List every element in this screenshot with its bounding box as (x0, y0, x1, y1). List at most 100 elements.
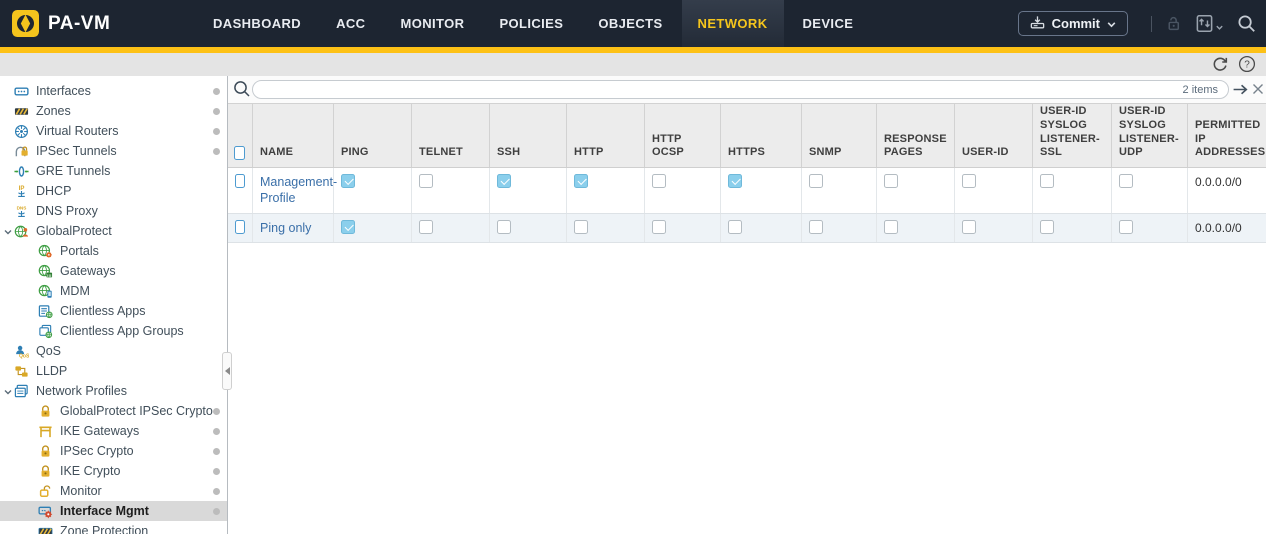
sidebar-tree: InterfacesZonesVirtual RoutersIPSec Tunn… (0, 76, 228, 534)
sidebar-item-dhcp[interactable]: IPDHCP (0, 181, 227, 201)
profile-name-link[interactable]: Management-Profile (260, 174, 337, 207)
chevron-down-icon[interactable] (3, 226, 13, 236)
http-checkbox (574, 220, 588, 234)
sidebar-item-globalprotect-ipsec-crypto[interactable]: GlobalProtect IPSec Crypto (0, 401, 227, 421)
main-nav: DASHBOARD ACC MONITOR POLICIES OBJECTS NETWOR… (213, 0, 853, 47)
status-dot (213, 468, 220, 475)
nav-tab-objects[interactable]: OBJECTS (598, 0, 662, 47)
column-header-name[interactable]: NAME (253, 104, 334, 167)
sidebar-item-label: Monitor (60, 484, 102, 498)
sidebar-item-ike-gateways[interactable]: IKE Gateways (0, 421, 227, 441)
sidebar-item-globalprotect[interactable]: GlobalProtect (0, 221, 227, 241)
lock-icon (38, 464, 53, 479)
http-checkbox (574, 174, 588, 188)
sidebar-item-clientless-app-groups[interactable]: Clientless App Groups (0, 321, 227, 341)
sidebar-item-ike-crypto[interactable]: IKE Crypto (0, 461, 227, 481)
lock-unlocked-icon[interactable] (1165, 15, 1182, 32)
refresh-icon[interactable] (1211, 55, 1229, 73)
sidebar-item-zones[interactable]: Zones (0, 101, 227, 121)
sidebar-item-qos[interactable]: QoSQoS (0, 341, 227, 361)
status-dot (213, 88, 220, 95)
commit-button[interactable]: Commit (1018, 11, 1128, 36)
column-header-telnet[interactable]: TELNET (412, 104, 490, 167)
sidebar-item-label: Network Profiles (36, 384, 127, 398)
nav-tab-monitor[interactable]: MONITOR (400, 0, 464, 47)
nav-tab-dashboard[interactable]: DASHBOARD (213, 0, 301, 47)
table-row-ping-only: Ping only0.0.0.0/0 (228, 214, 1266, 243)
sidebar-item-lldp[interactable]: LLDP (0, 361, 227, 381)
column-header-snmp[interactable]: SNMP (802, 104, 877, 167)
clear-filter-close-icon[interactable] (1251, 82, 1265, 96)
profile-name-link[interactable]: Ping only (260, 220, 311, 236)
column-header-response-pages[interactable]: RESPONSE PAGES (877, 104, 955, 167)
dns-proxy-icon: DNS (14, 204, 29, 219)
sidebar-item-label: DHCP (36, 184, 71, 198)
sidebar-item-monitor[interactable]: Monitor (0, 481, 227, 501)
tasks-icon[interactable] (1195, 14, 1224, 33)
nav-tab-policies[interactable]: POLICIES (499, 0, 563, 47)
sidebar-item-gateways[interactable]: Gateways (0, 261, 227, 281)
nav-tab-network[interactable]: NETWORK (682, 0, 784, 47)
sidebar-item-interfaces[interactable]: Interfaces (0, 81, 227, 101)
column-header-http[interactable]: HTTP (567, 104, 645, 167)
column-header-select[interactable] (228, 104, 253, 167)
sidebar-item-virtual-routers[interactable]: Virtual Routers (0, 121, 227, 141)
sidebar-item-label: Gateways (60, 264, 116, 278)
zone-protection-icon (38, 524, 53, 534)
select-all-checkbox[interactable] (234, 146, 245, 160)
search-icon[interactable] (1237, 14, 1256, 33)
chevron-down-icon[interactable] (3, 386, 13, 396)
column-header-http-ocsp[interactable]: HTTP OCSP (645, 104, 721, 167)
sidebar-item-ipsec-crypto[interactable]: IPSec Crypto (0, 441, 227, 461)
sidebar-item-ipsec-tunnels[interactable]: IPSec Tunnels (0, 141, 227, 161)
app-root: PA-VM DASHBOARDACCMONITORPOLICIESOBJECTS… (0, 0, 1266, 534)
sidebar-item-label: MDM (60, 284, 90, 298)
sidebar-item-interface-mgmt[interactable]: Interface Mgmt (0, 501, 227, 521)
clientless-app-groups-icon (38, 324, 53, 339)
apply-filter-arrow-icon[interactable] (1232, 81, 1249, 98)
sidebar-item-portals[interactable]: Portals (0, 241, 227, 261)
permitted-ip-value: 0.0.0.0/0 (1195, 174, 1242, 189)
row-select-checkbox[interactable] (235, 220, 245, 234)
column-header-label: RESPONSE PAGES (884, 133, 947, 161)
status-dot (213, 428, 220, 435)
status-dot (213, 448, 220, 455)
column-header-uid-syslog-udp[interactable]: USER-ID SYSLOG LISTENER-UDP (1112, 104, 1188, 167)
column-header-permitted[interactable]: PERMITTED IP ADDRESSES (1188, 104, 1266, 167)
https-checkbox (728, 220, 742, 234)
nav-tab-acc[interactable]: ACC (336, 0, 365, 47)
search-icon[interactable] (233, 80, 251, 98)
nav-tab-device[interactable]: DEVICE (803, 0, 854, 47)
column-header-ssh[interactable]: SSH (490, 104, 567, 167)
column-header-user-id[interactable]: USER-ID (955, 104, 1033, 167)
svg-text:?: ? (1244, 60, 1250, 71)
ping-checkbox (341, 220, 355, 234)
ipsec-tunnels-icon (14, 144, 29, 159)
row-select-checkbox[interactable] (235, 174, 245, 188)
sidebar-collapse-handle[interactable] (222, 352, 232, 390)
filter-input-pill: 2 items (252, 80, 1229, 99)
column-header-ping[interactable]: PING (334, 104, 412, 167)
column-header-label: USER-ID SYSLOG LISTENER-SSL (1040, 105, 1104, 160)
status-dot (213, 508, 220, 515)
lldp-icon (14, 364, 29, 379)
sidebar-item-dns-proxy[interactable]: DNS DNS Proxy (0, 201, 227, 221)
sidebar-item-mdm[interactable]: MDM (0, 281, 227, 301)
column-header-uid-syslog-ssl[interactable]: USER-ID SYSLOG LISTENER-SSL (1033, 104, 1112, 167)
search-input[interactable] (263, 83, 1183, 97)
sidebar-item-network-profiles[interactable]: Network Profiles (0, 381, 227, 401)
help-icon[interactable]: ? (1238, 55, 1256, 73)
column-header-https[interactable]: HTTPS (721, 104, 802, 167)
sidebar-item-label: Clientless Apps (60, 304, 145, 318)
column-header-label: PERMITTED IP ADDRESSES (1195, 119, 1265, 160)
monitor-icon (38, 484, 53, 499)
sidebar-item-label: GlobalProtect (36, 224, 112, 238)
sidebar-item-label: DNS Proxy (36, 204, 98, 218)
column-header-label: TELNET (419, 146, 463, 160)
svg-text:DNS: DNS (17, 205, 27, 210)
sidebar-item-gre-tunnels[interactable]: GRE Tunnels (0, 161, 227, 181)
user-id-checkbox (962, 174, 976, 188)
table-row-management-profile: Management-Profile 0.0.0.0/0 (228, 168, 1266, 214)
sidebar-item-zone-protection[interactable]: Zone Protection (0, 521, 227, 534)
sidebar-item-clientless-apps[interactable]: Clientless Apps (0, 301, 227, 321)
